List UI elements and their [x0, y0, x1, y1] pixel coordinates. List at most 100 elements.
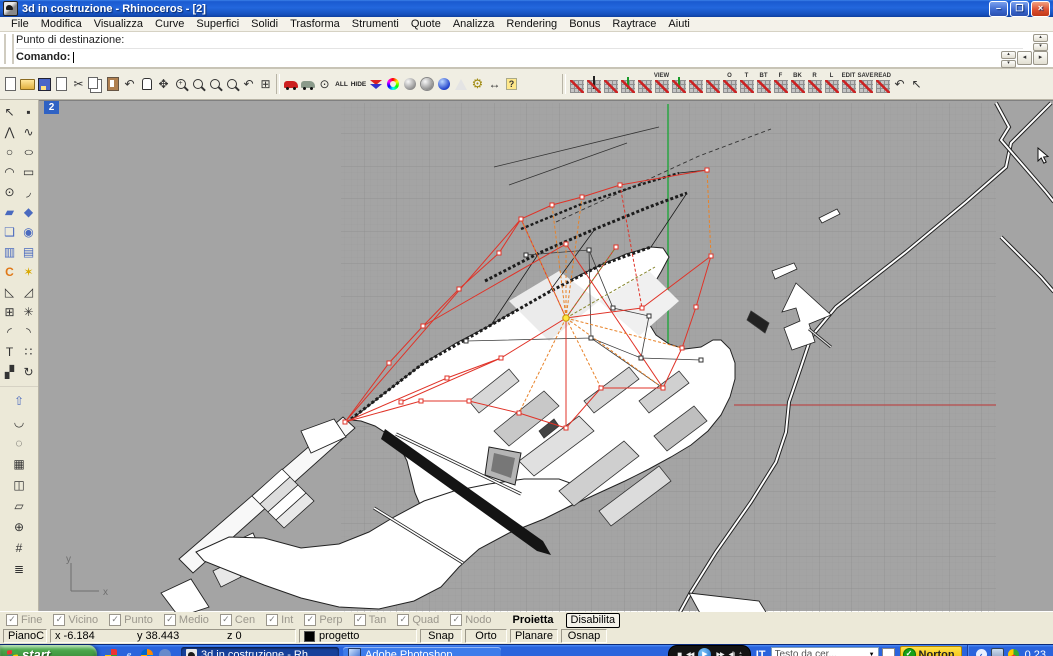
text-tool[interactable]: T — [0, 342, 19, 362]
media-band-arrows[interactable]: ▴▾ — [739, 651, 742, 656]
viewport[interactable]: 2 — [39, 100, 1053, 611]
split-tool[interactable]: ◿ — [19, 282, 38, 302]
cplane-button-1[interactable] — [568, 72, 585, 96]
cylinder-tool[interactable]: ▥ — [0, 242, 19, 262]
cplane-read-button[interactable]: READ — [874, 72, 891, 96]
cplane-button-4[interactable] — [619, 72, 636, 96]
sphere-tool[interactable]: ◉ — [19, 222, 38, 242]
cplane-status[interactable]: PianoC — [3, 629, 47, 643]
render-preview-button[interactable] — [299, 72, 316, 96]
cplane-edit-button[interactable]: EDIT — [840, 72, 857, 96]
cplane-bt-button[interactable]: BT — [755, 72, 772, 96]
checkbox-icon[interactable]: ✓ — [266, 614, 278, 626]
start-button[interactable]: start — [0, 645, 97, 656]
polar-array-tool[interactable]: ✳ — [19, 302, 38, 322]
options-button[interactable]: ⚙ — [469, 72, 486, 96]
zoom-dynamic-button[interactable]: + — [172, 72, 189, 96]
rectangle-tool[interactable]: ▭ — [19, 162, 38, 182]
media-play-button[interactable]: ▶ — [698, 648, 711, 656]
arc-tool[interactable]: ◠ — [0, 162, 19, 182]
osnap-perp[interactable]: ✓Perp — [304, 614, 342, 626]
copy-button[interactable] — [87, 72, 104, 96]
explode-tool[interactable]: ✶ — [19, 262, 38, 282]
menu-strumenti[interactable]: Strumenti — [346, 18, 405, 30]
media-stop-button[interactable]: ■ — [677, 650, 681, 656]
checkbox-icon[interactable]: ✓ — [6, 614, 18, 626]
search-dropdown-icon[interactable]: ▼ — [869, 652, 875, 656]
cplane-undo-button[interactable]: ↶ — [891, 72, 908, 96]
cplane-t-button[interactable]: T — [738, 72, 755, 96]
circle-center-tool[interactable]: ⊙ — [0, 182, 19, 202]
save-button[interactable] — [36, 72, 53, 96]
viewport-layout-button[interactable]: ⊞ — [257, 72, 274, 96]
task-button-rhino[interactable]: 3d in costruzione - Rh... — [181, 647, 339, 656]
target-tool[interactable]: ⊕ — [0, 516, 38, 537]
curve-edit-tool[interactable]: ◡ — [0, 411, 38, 432]
box-tool[interactable]: ❑ — [0, 222, 19, 242]
shade-selected-button[interactable] — [418, 72, 435, 96]
export-button[interactable] — [53, 72, 70, 96]
shade-button[interactable] — [401, 72, 418, 96]
pointer-tool[interactable]: ↖ — [0, 102, 19, 122]
layers-button[interactable] — [367, 72, 384, 96]
menu-rendering[interactable]: Rendering — [500, 18, 563, 30]
history-scroll-up-button[interactable]: ▴ — [1033, 34, 1048, 42]
cplane-widget-tool[interactable]: # — [0, 537, 38, 558]
quick-launch-icon-1[interactable] — [105, 649, 117, 656]
tray-display-icon[interactable] — [991, 648, 1004, 656]
menu-modifica[interactable]: Modifica — [35, 18, 88, 30]
rotate-tool[interactable]: ↻ — [19, 362, 38, 382]
hide-object-tool[interactable]: ▱ — [0, 495, 38, 516]
arc-blend-tool[interactable]: ◜ — [0, 322, 19, 342]
menu-superfici[interactable]: Superfici — [190, 18, 245, 30]
menu-solidi[interactable]: Solidi — [245, 18, 284, 30]
polyline-tool[interactable]: ⋀ — [0, 122, 19, 142]
circle-tool[interactable]: ○ — [0, 142, 19, 162]
media-next-button[interactable]: ▶▶ — [716, 651, 723, 656]
quick-launch-icon-4[interactable] — [159, 649, 171, 656]
point-grid-tool[interactable]: ∷ — [19, 342, 38, 362]
norton-badge[interactable]: ✓ Norton — [900, 646, 962, 656]
menu-trasforma[interactable]: Trasforma — [284, 18, 346, 30]
cplane-button-3[interactable] — [602, 72, 619, 96]
cplane-button-8[interactable] — [687, 72, 704, 96]
restore-button[interactable]: ❐ — [1010, 1, 1029, 17]
undo-button[interactable]: ↶ — [121, 72, 138, 96]
osnap-vicino[interactable]: ✓Vicino — [53, 614, 98, 626]
disabilita-button[interactable]: Disabilita — [566, 613, 621, 628]
checkbox-icon[interactable]: ✓ — [450, 614, 462, 626]
mirror-tool[interactable]: ◫ — [0, 474, 38, 495]
zoom-extents-button[interactable] — [223, 72, 240, 96]
checkbox-icon[interactable]: ✓ — [53, 614, 65, 626]
hide-button[interactable]: HIDE — [350, 72, 367, 96]
menu-bonus[interactable]: Bonus — [563, 18, 606, 30]
pan-button[interactable] — [138, 72, 155, 96]
color-button[interactable] — [384, 72, 401, 96]
hatch-tool[interactable]: ▞ — [0, 362, 19, 382]
prompt-scroll-left-button[interactable]: ◂ — [1017, 51, 1032, 65]
osnap-quad[interactable]: ✓Quad — [397, 614, 439, 626]
menu-quote[interactable]: Quote — [405, 18, 447, 30]
osnap-int[interactable]: ✓Int — [266, 614, 293, 626]
pointer-button[interactable]: ↖ — [908, 72, 925, 96]
osnap-fine[interactable]: ✓Fine — [6, 614, 42, 626]
cplane-button-5[interactable] — [636, 72, 653, 96]
prompt-spin-up-button[interactable]: ▴ — [1001, 51, 1016, 59]
planare-toggle[interactable]: Planare — [510, 629, 558, 643]
lasso-tool[interactable]: ◌ — [0, 432, 38, 453]
cplane-button-7[interactable] — [670, 72, 687, 96]
render-material-button[interactable] — [435, 72, 452, 96]
cplane-l-button[interactable]: L — [823, 72, 840, 96]
orto-toggle[interactable]: Orto — [465, 629, 507, 643]
history-scroll-down-button[interactable]: ▾ — [1033, 43, 1048, 51]
media-volume-button[interactable]: ◀)) — [729, 651, 735, 656]
osnap-cen[interactable]: ✓Cen — [220, 614, 255, 626]
menu-file[interactable]: File — [5, 18, 35, 30]
close-button[interactable]: × — [1031, 1, 1050, 17]
prompt-spin-down-button[interactable]: ▾ — [1001, 60, 1016, 68]
tray-chevron-icon[interactable]: ‹ — [976, 649, 987, 656]
extend-tool[interactable]: ◝ — [19, 322, 38, 342]
checkbox-icon[interactable]: ✓ — [304, 614, 316, 626]
help-button[interactable]: ? — [503, 72, 520, 96]
tray-network-icon[interactable] — [1008, 649, 1019, 656]
